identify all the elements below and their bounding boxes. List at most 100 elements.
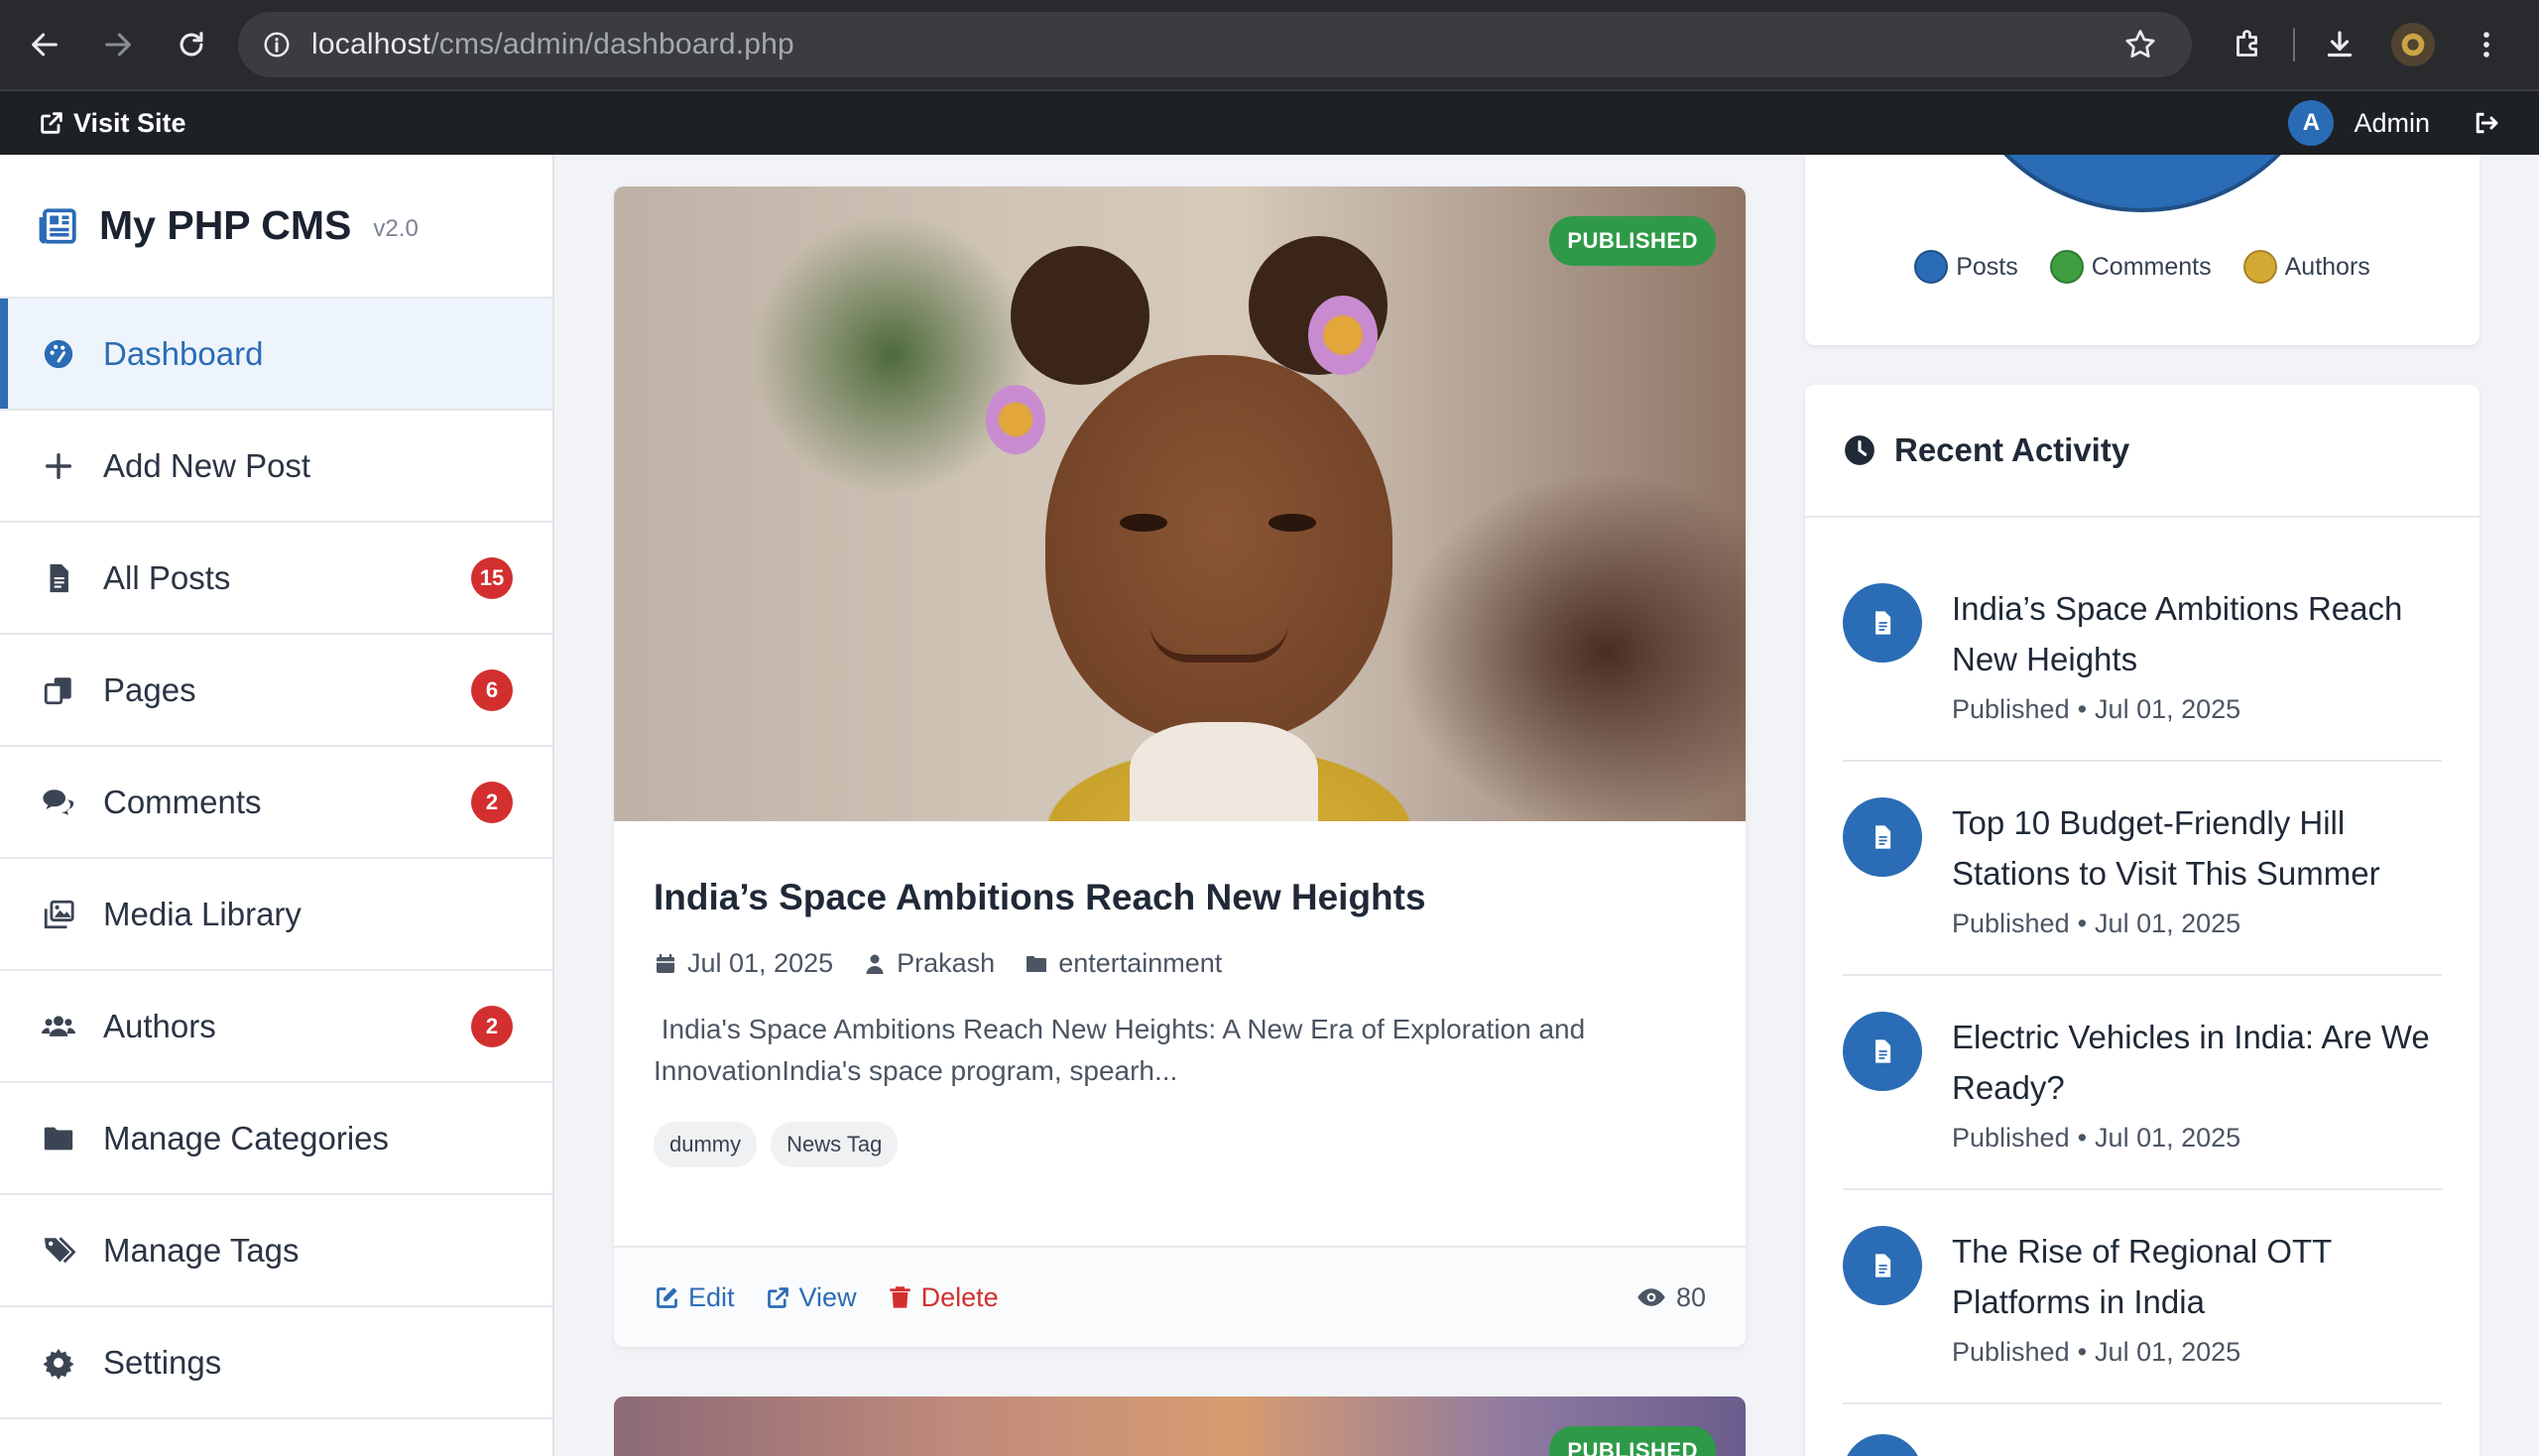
stats-chart-card: Posts Comments Authors — [1805, 155, 2479, 345]
activity-item[interactable]: India’s Space Ambitions Reach New Height… — [1843, 547, 2442, 762]
activity-status: Published — [1952, 694, 2070, 724]
calendar-icon — [657, 953, 674, 973]
site-info-icon[interactable] — [242, 30, 311, 60]
arrow-left-icon — [32, 33, 58, 57]
bookmark-star-icon[interactable] — [2122, 27, 2158, 62]
browser-menu-button[interactable] — [2450, 0, 2523, 89]
sidebar-item-comments[interactable]: Comments 2 — [0, 747, 552, 859]
image-detail — [1011, 246, 1149, 385]
reload-button[interactable] — [155, 0, 228, 89]
delete-button[interactable]: Delete — [887, 1282, 999, 1313]
tag-chip[interactable]: dummy — [654, 1122, 758, 1167]
pie-chart — [2003, 155, 2281, 212]
activity-title: Electric Vehicles in India: Are We Ready… — [1952, 1019, 2430, 1106]
legend-item-authors[interactable]: Authors — [2242, 250, 2370, 284]
downloads-button[interactable] — [2303, 0, 2376, 89]
count-badge: 15 — [471, 556, 513, 599]
post-date: Jul 01, 2025 — [654, 948, 833, 979]
view-button[interactable]: View — [765, 1282, 857, 1313]
post-date-text: Jul 01, 2025 — [687, 948, 834, 978]
sidebar-item-all-posts[interactable]: All Posts 15 — [0, 523, 552, 635]
activity-status: Published — [1952, 909, 2070, 938]
clock-icon — [1845, 435, 1874, 465]
tag-chip[interactable]: News Tag — [771, 1122, 899, 1167]
forward-button[interactable] — [81, 0, 155, 89]
activity-date: Jul 01, 2025 — [2095, 1337, 2241, 1367]
legend-swatch — [1914, 250, 1949, 284]
trash-icon — [889, 1285, 910, 1308]
post-card-next[interactable]: PUBLISHED — [614, 1396, 1746, 1456]
eye-icon — [1637, 1288, 1665, 1306]
avatar: A — [2288, 100, 2335, 146]
download-icon — [2327, 31, 2353, 58]
legend-swatch — [2242, 250, 2277, 284]
status-badge: PUBLISHED — [1549, 216, 1716, 266]
sidebar-item-manage-tags[interactable]: Manage Tags — [0, 1195, 552, 1307]
admin-user-menu[interactable]: A Admin — [2288, 91, 2501, 155]
images-icon — [44, 900, 74, 928]
visit-site-link[interactable]: Visit Site — [38, 108, 186, 139]
sidebar-item-label: Authors — [103, 1007, 216, 1044]
folder-icon — [44, 1127, 73, 1150]
sidebar: My PHP CMS v2.0 Dashboard Add New Post A… — [0, 155, 554, 1456]
activity-title: India’s Space Ambitions Reach New Height… — [1952, 590, 2403, 677]
external-link-icon — [767, 1286, 788, 1308]
sidebar-item-dashboard[interactable]: Dashboard — [0, 299, 552, 411]
activity-meta: Published • Jul 01, 2025 — [1952, 1123, 2241, 1153]
activity-item[interactable]: Electric Vehicles in India: Are We Ready… — [1843, 976, 2442, 1190]
activity-list: India’s Space Ambitions Reach New Height… — [1805, 518, 2479, 1456]
sidebar-item-label: All Posts — [103, 558, 231, 596]
sidebar-item-media-library[interactable]: Media Library — [0, 859, 552, 971]
image-detail — [1120, 514, 1167, 532]
legend-label: Posts — [1956, 252, 2018, 281]
legend-item-posts[interactable]: Posts — [1914, 250, 2018, 284]
sidebar-item-manage-categories[interactable]: Manage Categories — [0, 1083, 552, 1195]
status-badge: PUBLISHED — [1549, 1426, 1716, 1456]
comments-icon — [43, 789, 74, 815]
recent-activity-header: Recent Activity — [1805, 385, 2479, 518]
brand: My PHP CMS v2.0 — [0, 155, 552, 299]
view-count: 80 — [1636, 1282, 1706, 1313]
chart-legend: Posts Comments Authors — [1805, 250, 2479, 284]
post-title[interactable]: India’s Space Ambitions Reach New Height… — [654, 877, 1706, 918]
recent-activity-card: Recent Activity India’s Space Ambitions … — [1805, 385, 2479, 1456]
post-featured-image[interactable]: PUBLISHED — [614, 186, 1746, 821]
activity-date: Jul 01, 2025 — [2095, 1123, 2241, 1153]
activity-item[interactable]: The Rise of Regional OTT Platforms in In… — [1843, 1190, 2442, 1404]
sidebar-item-pages[interactable]: Pages 6 — [0, 635, 552, 747]
visit-site-label: Visit Site — [73, 107, 186, 138]
activity-meta: Published • Jul 01, 2025 — [1952, 909, 2241, 938]
copy-icon — [44, 676, 71, 704]
reload-icon — [180, 32, 203, 57]
sidebar-item-label: Manage Categories — [103, 1119, 390, 1156]
file-icon — [1875, 1039, 1891, 1063]
gear-icon — [43, 1348, 74, 1380]
activity-icon-badge — [1843, 797, 1922, 877]
edit-button[interactable]: Edit — [654, 1282, 735, 1313]
kebab-menu-icon — [2483, 32, 2489, 58]
image-detail — [1130, 722, 1318, 821]
sidebar-item-settings[interactable]: Settings — [0, 1307, 552, 1419]
image-detail — [1308, 296, 1378, 375]
logout-icon[interactable] — [2472, 108, 2501, 138]
profile-button[interactable] — [2376, 0, 2450, 89]
sidebar-item-authors[interactable]: Authors 2 — [0, 971, 552, 1083]
post-card: PUBLISHED India’s Space Ambitions Reach … — [614, 186, 1746, 1347]
file-icon — [1875, 611, 1891, 635]
image-detail — [1149, 623, 1288, 663]
address-bar[interactable]: localhost/cms/admin/dashboard.php — [238, 12, 2192, 77]
post-category: entertainment — [1025, 948, 1222, 979]
browser-toolbar: localhost/cms/admin/dashboard.php — [0, 0, 2539, 89]
file-icon — [50, 563, 68, 592]
arrow-right-icon — [105, 33, 131, 57]
activity-item[interactable]: Top 10 Budget-Friendly Hill Stations to … — [1843, 762, 2442, 976]
back-button[interactable] — [8, 0, 81, 89]
activity-icon-badge — [1843, 1226, 1922, 1305]
post-meta: Jul 01, 2025 Prakash entertainment — [654, 948, 1706, 979]
extensions-button[interactable] — [2212, 0, 2285, 89]
sidebar-item-add-new-post[interactable]: Add New Post — [0, 411, 552, 523]
legend-item-comments[interactable]: Comments — [2049, 250, 2212, 284]
legend-label: Authors — [2284, 252, 2370, 281]
recent-activity-title: Recent Activity — [1894, 431, 2130, 468]
plus-icon — [45, 452, 72, 479]
